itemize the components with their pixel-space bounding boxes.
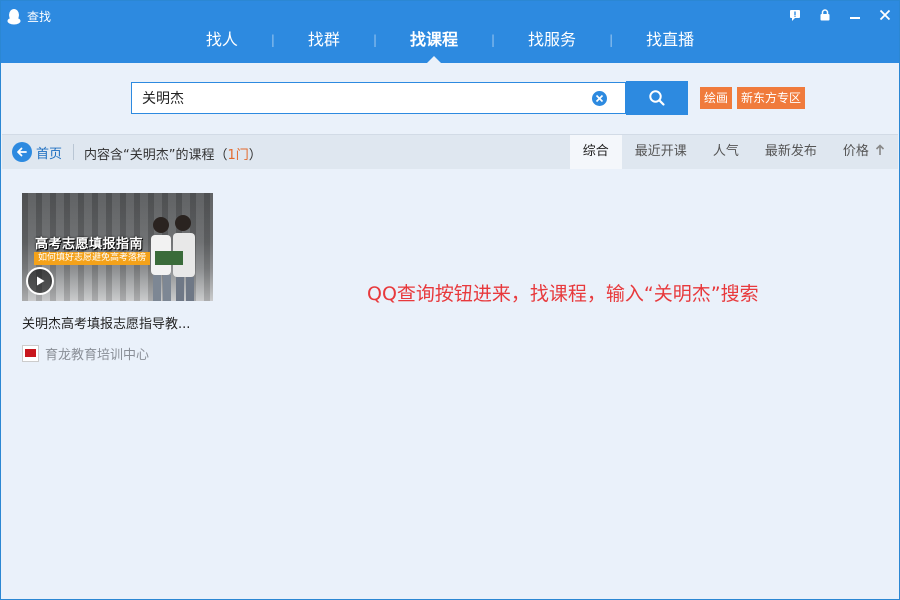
window-title-area: 查找	[7, 8, 51, 25]
tag-painting[interactable]: 绘画	[700, 87, 733, 109]
sort-tabs: 综合 最近开课 人气 最新发布 价格	[569, 135, 898, 169]
search-input[interactable]	[132, 83, 584, 113]
nav-tab-find-services[interactable]: 找服务	[495, 25, 609, 63]
home-label: 首页	[36, 146, 63, 162]
search-window: 查找 找人 | 找群 | 找课程 | 找服务 | 找直播 关明杰 绘画 新东方专…	[0, 0, 900, 600]
main-nav: 找人 | 找群 | 找课程 | 找服务 | 找直播	[1, 25, 899, 63]
filter-divider	[73, 144, 74, 160]
course-card[interactable]: 高考志愿填报指南 如何填好志愿避免高考落榜 关明杰高考填报志愿指导教... 育龙…	[22, 193, 214, 363]
feedback-icon[interactable]	[787, 7, 803, 23]
nav-tab-find-courses[interactable]: 找课程	[377, 25, 491, 63]
title-nav-bar: 查找 找人 | 找群 | 找课程 | 找服务 | 找直播	[1, 1, 899, 63]
thumbnail-subtitle: 如何填好志愿避免高考落榜	[34, 252, 151, 265]
nav-tab-find-live[interactable]: 找直播	[613, 25, 727, 63]
nav-tab-find-people[interactable]: 找人	[173, 25, 271, 63]
sort-tab-newest[interactable]: 最新发布	[752, 135, 830, 169]
lock-icon[interactable]	[817, 7, 833, 23]
filter-bar: 首页 内容含“关明杰”的课程（1门） 综合 最近开课 人气 最新发布 价格	[2, 134, 898, 169]
course-thumbnail[interactable]: 高考志愿填报指南 如何填好志愿避免高考落榜	[22, 193, 213, 301]
result-count: 1门	[227, 148, 249, 163]
qq-penguin-icon	[7, 8, 21, 25]
result-summary: 内容含“关明杰”的课程（1门）	[84, 144, 262, 163]
result-prefix: 内容含“关明杰”的课程（	[84, 148, 228, 163]
search-row: 绘画 新东方专区	[131, 81, 806, 115]
arrow-up-icon	[875, 144, 885, 155]
provider-logo-icon	[22, 345, 39, 362]
provider-name: 育龙教育培训中心	[45, 348, 150, 363]
minimize-icon[interactable]	[847, 7, 863, 23]
tag-new-oriental[interactable]: 新东方专区	[737, 87, 806, 109]
window-title: 查找	[27, 10, 52, 24]
course-provider[interactable]: 育龙教育培训中心	[22, 344, 214, 363]
search-button[interactable]	[626, 81, 688, 115]
annotation-text: QQ查询按钮进来，找课程，输入“关明杰”搜索	[367, 283, 759, 305]
search-icon	[649, 90, 665, 106]
sort-tab-recent-start[interactable]: 最近开课	[622, 135, 700, 169]
sort-tab-price[interactable]: 价格	[830, 135, 898, 169]
back-arrow-icon	[12, 142, 32, 162]
sort-tab-price-label: 价格	[842, 144, 869, 159]
sort-tab-overall[interactable]: 综合	[569, 135, 622, 169]
result-suffix: ）	[248, 148, 262, 163]
course-title[interactable]: 关明杰高考填报志愿指导教...	[22, 313, 214, 332]
thumbnail-title: 高考志愿填报指南	[35, 237, 144, 252]
window-controls	[787, 7, 893, 23]
nav-tab-find-groups[interactable]: 找群	[275, 25, 373, 63]
clear-search-icon[interactable]	[592, 91, 607, 106]
sort-tab-popularity[interactable]: 人气	[700, 135, 752, 169]
home-link[interactable]: 首页	[12, 142, 62, 162]
play-icon[interactable]	[26, 267, 54, 295]
close-icon[interactable]	[877, 7, 893, 23]
search-box	[131, 82, 626, 114]
